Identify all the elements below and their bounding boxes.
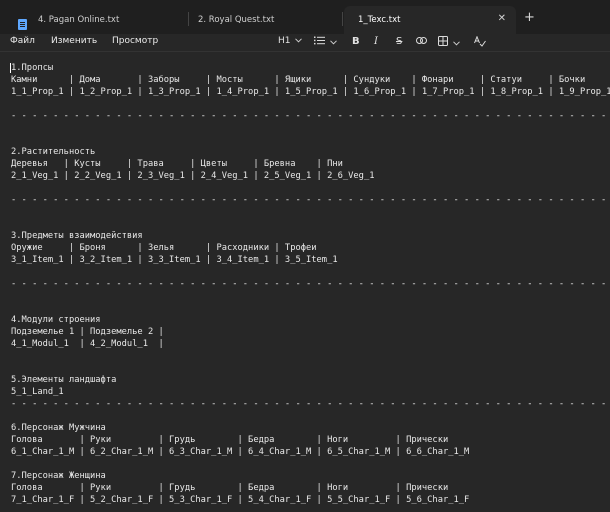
- spellcheck-button[interactable]: [474, 35, 486, 50]
- table-icon: [438, 36, 448, 46]
- document-line: 2_1_Veg_1 | 2_2_Veg_1 | 2_3_Veg_1 | 2_4_…: [11, 171, 375, 181]
- chevron-down-icon: [330, 40, 338, 45]
- document-line: Голова | Руки | Грудь | Бедра | Ноги | П…: [11, 435, 449, 445]
- document-line: 4_1_Modul_1 | 4_2_Modul_1 |: [11, 339, 164, 349]
- text-editor[interactable]: 1.Пропсы Камни | Дома | Заборы | Мосты |…: [11, 62, 610, 512]
- new-tab-button[interactable]: +: [524, 10, 535, 25]
- tab-label: 1_Texc.txt: [358, 15, 401, 25]
- document-line: - - - - - - - - - - - - - - - - - - - - …: [11, 111, 610, 121]
- tab-texc[interactable]: 1_Texc.txt ✕: [344, 6, 516, 34]
- tab-royal-quest[interactable]: 2. Royal Quest.txt: [190, 6, 338, 34]
- document-line: 1_1_Prop_1 | 1_2_Prop_1 | 1_3_Prop_1 | 1…: [11, 87, 610, 97]
- tab-pagan-online[interactable]: 4. Pagan Online.txt: [6, 6, 184, 34]
- document-line: - - - - - - - - - - - - - - - - - - - - …: [11, 399, 610, 409]
- link-icon: [416, 37, 427, 44]
- document-line: 3.Предметы взаимодействия: [11, 231, 143, 241]
- tab-label: 4. Pagan Online.txt: [38, 15, 120, 25]
- menu-view[interactable]: Просмотр: [112, 36, 158, 46]
- chevron-down-icon: [295, 38, 303, 43]
- tab-bar: 4. Pagan Online.txt 2. Royal Quest.txt 1…: [0, 0, 610, 34]
- spellcheck-icon: [474, 35, 486, 47]
- tab-label: 2. Royal Quest.txt: [198, 15, 275, 25]
- toolbar-divider: [0, 51, 610, 52]
- heading-dropdown[interactable]: H1: [278, 36, 303, 47]
- document-line: 6.Персонаж Мужчина: [11, 423, 106, 433]
- document-line: 1.Пропсы: [11, 63, 54, 73]
- document-line: Камни | Дома | Заборы | Мосты | Ящики | …: [11, 75, 586, 85]
- bold-button[interactable]: B: [352, 36, 360, 47]
- menu-file[interactable]: Файл: [10, 36, 35, 46]
- text-caret: [10, 63, 11, 73]
- heading-label: H1: [278, 36, 291, 46]
- document-line: 6_1_Char_1_M | 6_2_Char_1_M | 6_3_Char_1…: [11, 447, 470, 457]
- document-line: 3_1_Item_1 | 3_2_Item_1 | 3_3_Item_1 | 3…: [11, 255, 338, 265]
- notepad-icon: [18, 19, 27, 30]
- document-line: Деревья | Кусты | Трава | Цветы | Бревна…: [11, 159, 343, 169]
- close-icon[interactable]: ✕: [498, 14, 506, 24]
- document-line: - - - - - - - - - - - - - - - - - - - - …: [11, 279, 610, 289]
- italic-button[interactable]: I: [374, 36, 378, 47]
- menu-edit[interactable]: Изменить: [51, 36, 97, 46]
- document-text: 1.Пропсы Камни | Дома | Заборы | Мосты |…: [11, 62, 610, 506]
- tab-divider: [188, 12, 189, 26]
- document-line: 4.Модули строения: [11, 315, 101, 325]
- document-line: Подземелье 1 | Подземелье 2 |: [11, 327, 164, 337]
- strikethrough-button[interactable]: S: [396, 36, 402, 47]
- link-button[interactable]: [416, 36, 427, 47]
- document-line: 7_1_Char_1_F | 5_2_Char_1_F | 5_3_Char_1…: [11, 495, 470, 505]
- document-line: Оружие | Броня | Зелья | Расходники | Тр…: [11, 243, 317, 253]
- document-line: 5.Элементы ландшафта: [11, 375, 117, 385]
- chevron-down-icon: [453, 41, 461, 46]
- list-icon: [314, 36, 325, 45]
- list-dropdown[interactable]: [314, 36, 338, 48]
- document-line: Голова | Руки | Грудь | Бедра | Ноги | П…: [11, 483, 449, 493]
- table-dropdown[interactable]: [438, 36, 461, 49]
- document-line: 2.Растительность: [11, 147, 96, 157]
- document-line: - - - - - - - - - - - - - - - - - - - - …: [11, 195, 610, 205]
- document-line: 7.Персонаж Женщина: [11, 471, 106, 481]
- document-line: 5_1_Land_1: [11, 387, 64, 397]
- tab-divider: [342, 12, 343, 26]
